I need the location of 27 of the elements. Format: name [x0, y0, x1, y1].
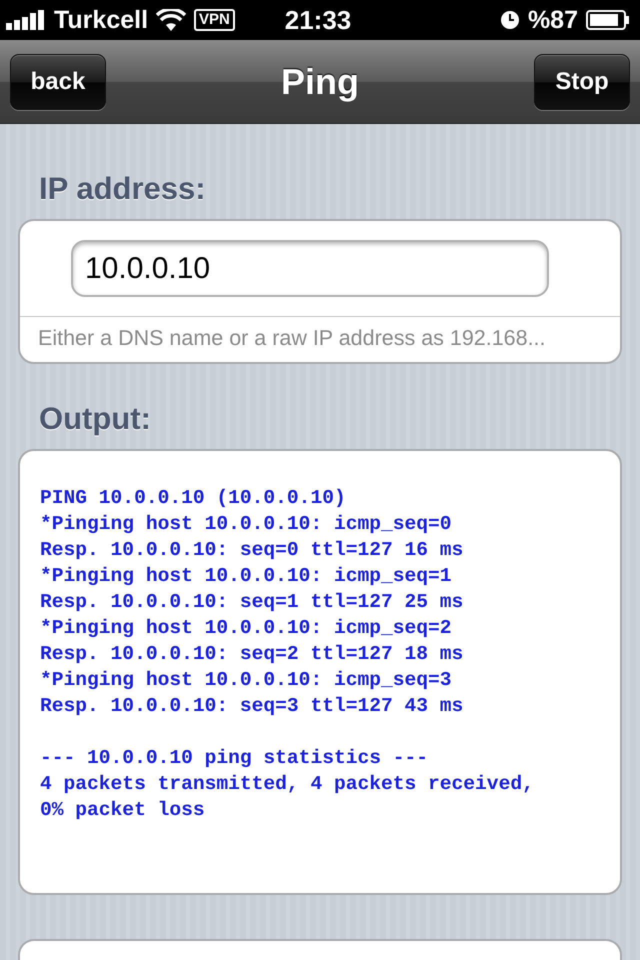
output-line: PING 10.0.0.10 (10.0.0.10): [40, 486, 347, 511]
output-line: --- 10.0.0.10 ping statistics ---: [40, 746, 430, 771]
vpn-indicator: VPN: [194, 9, 235, 31]
signal-icon: [6, 10, 46, 30]
output-line: *Pinging host 10.0.0.10: icmp_seq=2: [40, 616, 453, 641]
battery-percent: %87: [528, 6, 578, 34]
output-line: 0% packet loss: [40, 798, 206, 823]
output-line: *Pinging host 10.0.0.10: icmp_seq=3: [40, 668, 453, 693]
clock-icon: [500, 10, 520, 30]
section-label: IP address:: [38, 170, 207, 208]
output-line: Resp. 10.0.0.10: seq=1 ttl=127 25 ms: [40, 590, 464, 615]
hint-text: Either a DNS name or a raw IP address as 192.168...: [37, 325, 547, 351]
section-label: Output:: [38, 400, 152, 438]
battery-icon: [586, 10, 630, 30]
output-line: *Pinging host 10.0.0.10: icmp_seq=1: [40, 564, 453, 589]
screen-title: Ping: [280, 60, 360, 102]
back-button[interactable]: back: [10, 54, 106, 110]
output-line: Resp. 10.0.0.10: seq=0 ttl=127 16 ms: [40, 538, 464, 563]
output-line: Resp. 10.0.0.10: seq=2 ttl=127 18 ms: [40, 642, 464, 667]
output-line: Resp. 10.0.0.10: seq=3 ttl=127 43 ms: [40, 694, 464, 719]
output-line: 4 packets transmitted, 4 packets received,: [40, 772, 535, 797]
wifi-icon: [156, 9, 186, 31]
ip-address-field[interactable]: 10.0.0.10: [71, 240, 549, 297]
carrier-name: Turkcell: [54, 6, 148, 34]
stop-button[interactable]: Stop: [534, 54, 630, 110]
clock-time: 21:33: [284, 4, 352, 36]
output-line: *Pinging host 10.0.0.10: icmp_seq=0: [40, 512, 453, 537]
